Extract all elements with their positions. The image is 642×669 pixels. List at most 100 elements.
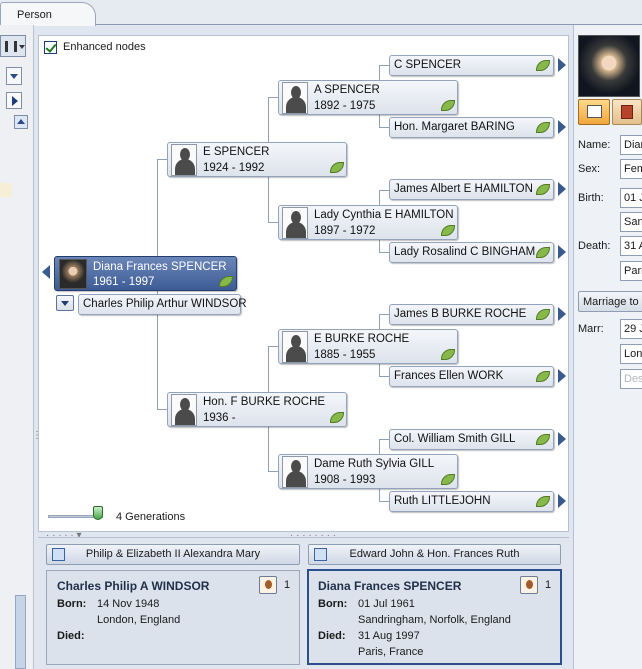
born-label: Born:	[318, 598, 348, 610]
children-count: 1	[284, 579, 291, 591]
died-label: Died:	[57, 630, 85, 642]
notepad-icon	[587, 105, 602, 118]
connector-line	[379, 65, 389, 66]
leaf-icon	[330, 162, 344, 173]
birth-date-field[interactable]: 01 Jul	[620, 188, 642, 208]
leaf-icon	[536, 184, 550, 195]
paternal-grandmother-node[interactable]: Lady Cynthia E HAMILTON 1897 - 1972	[278, 205, 458, 240]
birth-place-field[interactable]: Sandringham	[620, 212, 642, 232]
connector-line	[379, 127, 389, 128]
generations-slider-thumb[interactable]	[93, 506, 103, 520]
ggp-node[interactable]: Frances Ellen WORK	[389, 366, 554, 387]
mother-years: 1936 -	[203, 412, 236, 424]
ggp-node[interactable]: Ruth LITTLEJOHN	[389, 491, 554, 512]
leaf-icon	[536, 371, 550, 382]
death-label: Death:	[578, 240, 611, 252]
expand-arrow-icon[interactable]	[558, 58, 566, 72]
ggp-node[interactable]: Hon. Margaret BARING	[389, 117, 554, 138]
ggp-node[interactable]: Lady Rosalind C BINGHAM	[389, 242, 554, 263]
name-label: Name:	[578, 139, 611, 151]
left-panel	[0, 25, 34, 669]
parents-family-button[interactable]: Edward John & Hon. Frances Ruth	[308, 544, 561, 565]
father-name: E SPENCER	[203, 146, 270, 158]
book-icon	[621, 105, 633, 119]
death-date-field[interactable]: 31 Aug	[620, 236, 642, 256]
ggp-node[interactable]: James B BURKE ROCHE	[389, 304, 554, 325]
father-years: 1924 - 1992	[203, 162, 265, 174]
mother-name: Hon. F BURKE ROCHE	[203, 396, 326, 408]
leaf-icon	[441, 100, 455, 111]
leaf-icon	[219, 276, 233, 287]
root-years: 1961 - 1997	[93, 276, 155, 288]
generations-label: 4 Generations	[116, 511, 186, 523]
leaf-icon	[330, 412, 344, 423]
silhouette-icon	[282, 331, 308, 363]
expand-arrow-icon[interactable]	[558, 182, 566, 196]
leaf-icon	[536, 247, 550, 258]
ggp-node[interactable]: James Albert E HAMILTON	[389, 179, 554, 200]
root-name: Diana Frances SPENCER	[93, 261, 227, 273]
view-columns-button[interactable]	[0, 35, 26, 57]
spouse-dropdown-button[interactable]	[56, 295, 74, 311]
description-field[interactable]: Desc	[620, 369, 642, 389]
leaf-icon	[536, 122, 550, 133]
left-family-header: Philip & Elizabeth II Alexandra Mary	[85, 548, 261, 560]
scrollbar-thumb[interactable]	[15, 595, 26, 669]
spouse-name: Charles Philip Arthur WINDSOR	[83, 298, 247, 310]
connector-line	[268, 222, 278, 223]
next-button[interactable]	[6, 92, 22, 109]
paternal-grandfather-node[interactable]: A SPENCER 1892 - 1975	[278, 80, 458, 115]
enhanced-nodes-label: Enhanced nodes	[63, 41, 146, 53]
ggp-node[interactable]: Col. William Smith GILL	[389, 429, 554, 450]
marr-label: Marr:	[578, 323, 604, 335]
enhanced-nodes-checkbox[interactable]: Enhanced nodes	[44, 39, 154, 55]
silhouette-icon	[282, 456, 308, 488]
died-date: 31 Aug 1997	[358, 630, 420, 642]
expand-arrow-icon[interactable]	[558, 245, 566, 259]
expand-arrow-icon[interactable]	[558, 494, 566, 508]
marriage-date-field[interactable]: 29 Jul	[620, 319, 642, 339]
ggp-node[interactable]: C SPENCER	[389, 55, 554, 76]
expand-arrow-icon[interactable]	[558, 307, 566, 321]
family-link-icon	[52, 548, 65, 561]
edit-details-tab[interactable]	[578, 99, 610, 125]
navigate-back-arrow-icon[interactable]	[42, 265, 50, 279]
mother-node[interactable]: Hon. F BURKE ROCHE 1936 -	[167, 392, 347, 427]
father-node[interactable]: E SPENCER 1924 - 1992	[167, 142, 347, 177]
mat-grandfather-name: E BURKE ROCHE	[314, 333, 410, 345]
born-label: Born:	[57, 598, 87, 610]
root-person-node[interactable]: Diana Frances SPENCER 1961 - 1997	[54, 256, 237, 291]
scroll-up-button[interactable]	[14, 115, 28, 129]
ggp-name: Lady Rosalind C BINGHAM	[394, 246, 536, 258]
silhouette-icon	[282, 207, 308, 239]
death-place-field[interactable]: Paris	[620, 261, 642, 281]
maternal-grandfather-node[interactable]: E BURKE ROCHE 1885 - 1955	[278, 329, 458, 364]
spouse-node[interactable]: Charles Philip Arthur WINDSOR	[78, 294, 247, 315]
spouse-card[interactable]: Charles Philip A WINDSOR 1 Born: 14 Nov …	[46, 570, 300, 665]
name-field[interactable]: Diana	[620, 135, 642, 155]
person-portrait	[578, 35, 640, 97]
pat-grandmother-years: 1897 - 1972	[314, 225, 376, 237]
dropdown-button[interactable]	[6, 67, 22, 85]
expand-arrow-icon[interactable]	[558, 120, 566, 134]
current-person-card[interactable]: Diana Frances SPENCER 1 Born: 01 Jul 196…	[307, 569, 562, 665]
checkbox-checked-icon[interactable]	[44, 40, 57, 54]
marriage-place-field[interactable]: London	[620, 344, 642, 364]
expand-arrow-icon[interactable]	[558, 369, 566, 383]
sex-field[interactable]: Female	[620, 159, 642, 179]
marriage-button[interactable]: Marriage to C	[578, 291, 642, 312]
connector-line	[268, 346, 278, 347]
person-female-icon[interactable]	[520, 576, 538, 594]
sources-tab[interactable]	[612, 99, 642, 125]
ggp-name: Ruth LITTLEJOHN	[394, 495, 491, 507]
parents-family-button[interactable]: Philip & Elizabeth II Alexandra Mary	[46, 544, 300, 565]
person-female-icon[interactable]	[259, 576, 277, 594]
born-place: London, England	[97, 614, 181, 626]
ggp-name: Hon. Margaret BARING	[394, 121, 515, 133]
splitter-handle[interactable]: ⋮	[32, 430, 42, 441]
expand-arrow-icon[interactable]	[558, 432, 566, 446]
maternal-grandmother-node[interactable]: Dame Ruth Sylvia GILL 1908 - 1993	[278, 454, 458, 489]
tab-person[interactable]: Person	[0, 2, 96, 26]
pat-grandfather-name: A SPENCER	[314, 84, 380, 96]
connector-line	[157, 409, 167, 410]
